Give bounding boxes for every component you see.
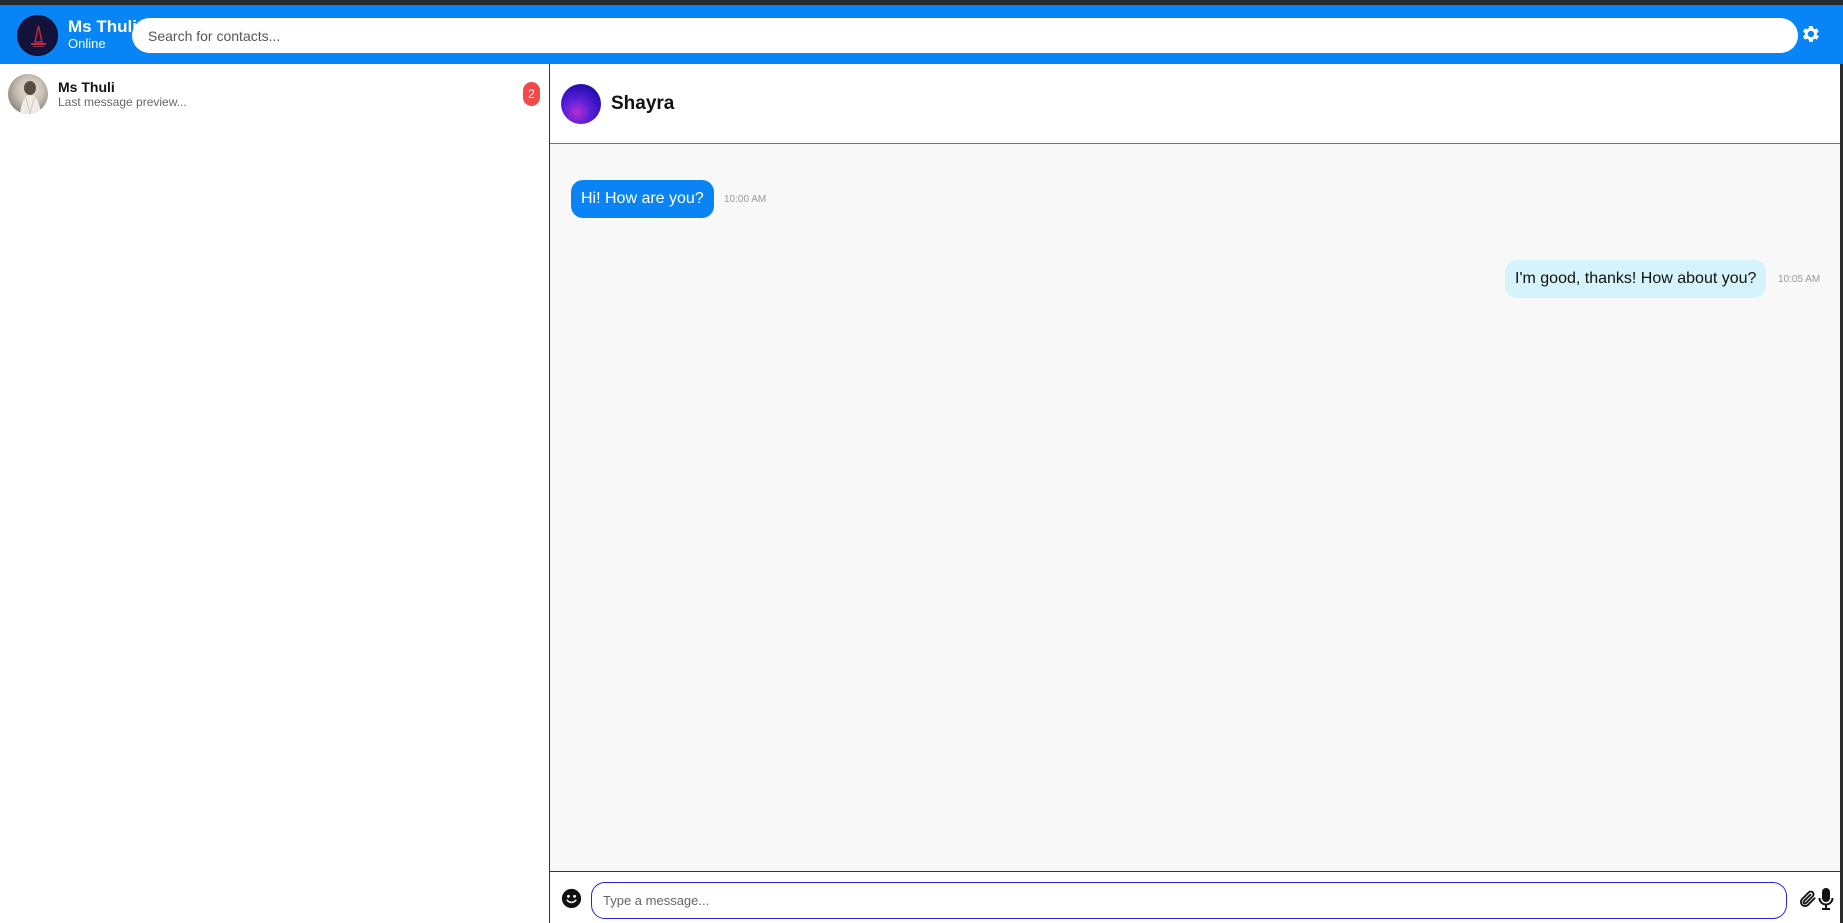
message-timestamp: 10:05 AM <box>1778 274 1821 285</box>
chat-header: Shayra <box>550 64 1840 144</box>
contact-name: Ms Thuli <box>58 79 115 95</box>
paperclip-icon <box>1800 890 1816 907</box>
contact-avatar <box>8 74 48 114</box>
message-timestamp: 10:00 AM <box>724 194 767 205</box>
message-bubble-outgoing: I'm good, thanks! How about you? <box>1505 260 1767 298</box>
chat-panel: Shayra Hi! How are you? 10:00 AM I'm goo… <box>550 64 1840 923</box>
chat-contact-name: Shayra <box>611 93 675 114</box>
user-status: Online <box>68 36 106 51</box>
gear-icon <box>1803 26 1819 42</box>
contact-search-input[interactable] <box>132 18 1798 53</box>
contact-photo-icon <box>20 81 41 114</box>
unread-count-badge: 2 <box>523 82 540 106</box>
chat-contact-avatar[interactable] <box>561 84 601 124</box>
app-header: Ms Thuli Online <box>0 5 1843 64</box>
contacts-sidebar: Ms Thuli Last message preview... 2 <box>0 64 550 923</box>
avatar-logo-icon <box>18 16 57 55</box>
message-composer <box>550 871 1840 923</box>
voice-message-button[interactable] <box>1818 887 1834 911</box>
emoji-icon <box>561 888 582 909</box>
user-name: Ms Thuli <box>68 17 137 36</box>
message-input[interactable] <box>591 882 1787 919</box>
settings-button[interactable] <box>1799 23 1821 45</box>
contact-list-item[interactable]: Ms Thuli Last message preview... 2 <box>0 70 549 116</box>
emoji-button[interactable] <box>561 888 582 909</box>
contact-last-message: Last message preview... <box>58 95 187 109</box>
message-bubble-incoming: Hi! How are you? <box>571 180 714 218</box>
microphone-icon <box>1818 888 1834 910</box>
user-avatar[interactable] <box>17 15 58 56</box>
attach-file-button[interactable] <box>1798 888 1818 910</box>
